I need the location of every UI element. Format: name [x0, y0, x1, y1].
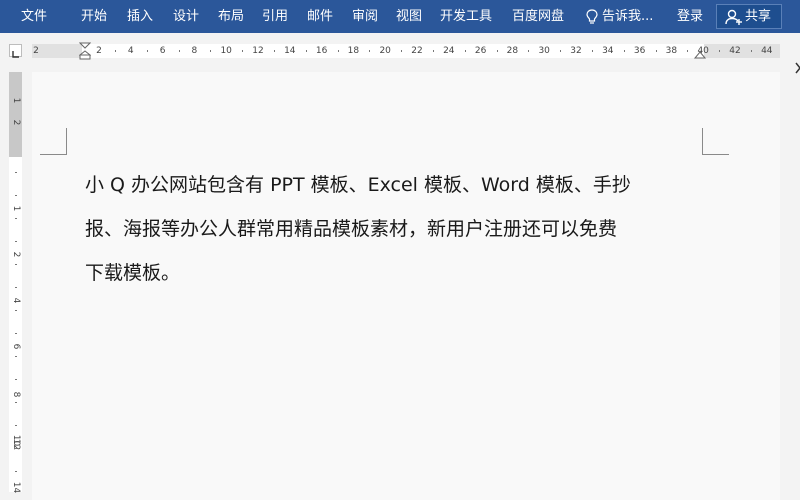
tab-home[interactable]: 开始 [81, 0, 107, 33]
ruler-tick [15, 264, 17, 265]
margin-corner-top-right [702, 128, 729, 155]
ruler-label: 36 [633, 46, 646, 56]
margin-corner-top-left [40, 128, 67, 155]
ruler-tick [15, 172, 17, 173]
tab-baidu-netdisk[interactable]: 百度网盘 [512, 0, 564, 33]
ruler-tick [369, 50, 371, 52]
text-line: 报、海报等办公人群常用精品模板素材，新用户注册还可以免费 [85, 218, 618, 240]
left-tab-icon [12, 51, 19, 58]
ruler-tick [432, 50, 434, 52]
ruler-tick [15, 333, 17, 334]
vertical-ruler[interactable]: 1 2 1 2 4 6 8 10 12 14 [9, 72, 22, 494]
ruler-label: 14 [284, 46, 296, 56]
ruler-tick [750, 50, 752, 52]
ruler-label: 2 [33, 46, 39, 56]
ruler-label: 12 [252, 46, 264, 56]
ruler-tick [15, 379, 17, 380]
scroll-right-icon[interactable] [795, 62, 800, 78]
ruler-label: 40 [697, 46, 709, 56]
ruler-tick [15, 218, 17, 219]
ruler-tick [15, 356, 17, 357]
tab-developer[interactable]: 开发工具 [440, 0, 492, 33]
tab-file[interactable]: 文件 [21, 0, 47, 33]
ruler-top-margin [9, 72, 22, 157]
tab-mailings[interactable]: 邮件 [307, 0, 333, 33]
horizontal-ruler[interactable]: 2 2 4 6 8 10 12 14 16 18 20 22 24 26 28 30 32 34 36 38 40 42… [32, 42, 780, 60]
ruler-label: 10 [220, 46, 232, 56]
ruler-tick [15, 425, 17, 426]
tab-layout[interactable]: 布局 [218, 0, 244, 33]
ruler-tick [591, 50, 593, 52]
ruler-label: 28 [506, 46, 519, 56]
ribbon-tab-bar: 文件 开始 插入 设计 布局 引用 邮件 审阅 视图 开发工具 百度网盘 告诉我… [0, 0, 800, 33]
ruler-label: 1 [11, 205, 21, 212]
ruler-tick [210, 50, 212, 52]
ruler-tick [496, 50, 498, 52]
ruler-tick [15, 241, 17, 242]
user-add-icon [725, 9, 742, 25]
share-button[interactable]: 共享 [716, 4, 782, 29]
ruler-tick [15, 287, 17, 288]
ruler-label: 26 [474, 46, 487, 56]
ruler-tick [242, 50, 244, 52]
ruler-tick [15, 471, 17, 472]
ruler-label: 4 [11, 297, 21, 304]
ruler-tick [719, 50, 721, 52]
ruler-label: 6 [159, 46, 166, 56]
ruler-tick [178, 50, 180, 52]
ruler-tick [273, 50, 275, 52]
ruler-tick [305, 50, 307, 52]
ruler-label: 12 [11, 438, 21, 451]
ruler-tick [560, 50, 562, 52]
ruler-tick [401, 50, 403, 52]
ruler-label: 8 [11, 391, 21, 398]
tab-insert[interactable]: 插入 [127, 0, 153, 33]
tab-review[interactable]: 审阅 [352, 0, 378, 33]
tab-design[interactable]: 设计 [173, 0, 199, 33]
ruler-tick [655, 50, 657, 52]
ruler-label: 32 [570, 46, 582, 56]
ruler-label: 2 [96, 46, 102, 56]
ruler-label: 2 [11, 251, 21, 258]
ruler-label: 8 [191, 46, 198, 56]
ruler-label: 2 [11, 119, 21, 126]
ruler-label: 1 [11, 97, 21, 104]
ruler-label: 22 [411, 46, 423, 56]
ruler-label: 16 [315, 46, 328, 56]
ruler-tick [146, 50, 148, 52]
tab-stop-selector[interactable] [9, 44, 22, 58]
ruler-label: 38 [665, 46, 678, 56]
document-body[interactable]: 小 Q 办公网站包含有 PPT 模板、Excel 模板、Word 模板、手抄 报… [85, 163, 705, 295]
ruler-tick [15, 402, 17, 403]
ruler-label: 6 [11, 343, 21, 350]
ruler-label: 42 [729, 46, 741, 56]
ruler-label: 14 [11, 481, 21, 494]
indent-markers-icon[interactable] [79, 42, 91, 60]
tab-references[interactable]: 引用 [262, 0, 288, 33]
ruler-label: 18 [347, 46, 360, 56]
ruler-tick [337, 50, 339, 52]
ruler-label: 24 [443, 46, 455, 56]
ruler-tick [114, 50, 116, 52]
text-line: 下载模板。 [85, 262, 181, 284]
ruler-tick [687, 50, 689, 52]
ruler-label: 20 [379, 46, 391, 56]
ruler-tick [15, 195, 17, 196]
ruler-tick [15, 448, 17, 449]
ruler-label: 34 [602, 46, 614, 56]
share-label: 共享 [745, 9, 772, 24]
tab-view[interactable]: 视图 [396, 0, 422, 33]
ruler-tick [623, 50, 625, 52]
ruler-label: 30 [538, 46, 550, 56]
login-link[interactable]: 登录 [677, 0, 703, 33]
tell-me-label: 告诉我... [602, 9, 654, 24]
ruler-label: 4 [127, 46, 134, 56]
lightbulb-icon [586, 9, 598, 24]
ruler-tick [464, 50, 466, 52]
ruler-tick [528, 50, 530, 52]
text-line: 小 Q 办公网站包含有 PPT 模板、Excel 模板、Word 模板、手抄 [85, 174, 631, 196]
ruler-label: 44 [761, 46, 773, 56]
ruler-tick [15, 310, 17, 311]
